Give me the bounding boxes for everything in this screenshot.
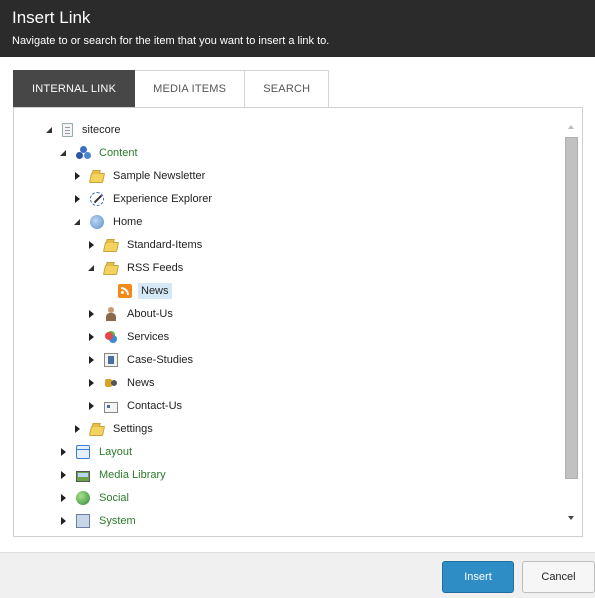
contact-icon xyxy=(104,401,118,413)
folder-icon xyxy=(102,241,120,252)
folder-icon xyxy=(88,172,106,183)
tree-node-label[interactable]: Settings xyxy=(110,421,156,437)
dialog-header: Insert Link Navigate to or search for th… xyxy=(0,0,595,57)
scroll-down-arrow-icon[interactable] xyxy=(565,512,578,524)
tree-node-home: Home xyxy=(73,212,145,232)
tree-node-label[interactable]: Sample Newsletter xyxy=(110,168,208,184)
tree-scrollbar[interactable] xyxy=(565,122,578,524)
system-icon xyxy=(76,514,90,528)
tree-node-sitecore: sitecore xyxy=(45,120,124,140)
tree-node-services: Services xyxy=(87,327,172,347)
tree-expand-toggle[interactable] xyxy=(87,355,97,365)
news-icon xyxy=(104,376,118,390)
tree-node-contact-us: Contact-Us xyxy=(87,396,185,416)
content-tree-panel: sitecore Content Sample Newsletter Exper… xyxy=(13,107,583,537)
tree-node-label[interactable]: Services xyxy=(124,329,172,345)
tree-collapse-toggle[interactable] xyxy=(87,263,97,273)
tree-node-system: System xyxy=(59,511,139,531)
tree-node-about-us: About-Us xyxy=(87,304,176,324)
tree-node-case-studies: Case-Studies xyxy=(87,350,196,370)
case-studies-icon xyxy=(104,353,118,367)
scrollbar-thumb[interactable] xyxy=(565,137,578,479)
tree-expand-toggle[interactable] xyxy=(87,240,97,250)
tree-node-label[interactable]: Standard-Items xyxy=(124,237,205,253)
insert-button[interactable]: Insert xyxy=(442,561,514,593)
tree-node-label[interactable]: About-Us xyxy=(124,306,176,322)
tree-expand-toggle[interactable] xyxy=(59,470,69,480)
dialog-subtitle: Navigate to or search for the item that … xyxy=(12,35,330,47)
tree-node-label[interactable]: RSS Feeds xyxy=(124,260,186,276)
tab-internal-link[interactable]: INTERNAL LINK xyxy=(13,70,136,108)
tree-node-label[interactable]: Media Library xyxy=(96,467,169,483)
tree-node-layout: Layout xyxy=(59,442,135,462)
tree-node-label[interactable]: Experience Explorer xyxy=(110,191,215,207)
insert-link-dialog: Insert Link Navigate to or search for th… xyxy=(0,0,595,598)
tree-collapse-toggle[interactable] xyxy=(59,148,69,158)
tree-node-label[interactable]: News xyxy=(124,375,158,391)
person-icon xyxy=(104,307,118,321)
scroll-up-arrow-icon[interactable] xyxy=(565,122,578,134)
tree-expand-toggle[interactable] xyxy=(87,378,97,388)
tree-node-label[interactable]: Social xyxy=(96,490,132,506)
tree-node-content: Content xyxy=(59,143,141,163)
tree-expand-toggle[interactable] xyxy=(87,401,97,411)
page-icon xyxy=(62,123,73,137)
tree-expand-toggle[interactable] xyxy=(73,424,83,434)
tree-expand-toggle[interactable] xyxy=(73,171,83,181)
tree-collapse-toggle[interactable] xyxy=(45,125,55,135)
tree-node-settings: Settings xyxy=(73,419,156,439)
tree-collapse-toggle[interactable] xyxy=(73,217,83,227)
tree-node-label[interactable]: Layout xyxy=(96,444,135,460)
media-library-icon xyxy=(76,470,90,482)
tree-node-rss-feeds: RSS Feeds xyxy=(87,258,186,278)
tree-node-label[interactable]: sitecore xyxy=(79,122,124,138)
tree-node-experience-explorer: Experience Explorer xyxy=(73,189,215,209)
services-icon xyxy=(104,330,118,344)
tree-expand-toggle[interactable] xyxy=(87,309,97,319)
tree-expand-toggle[interactable] xyxy=(59,516,69,526)
cancel-button[interactable]: Cancel xyxy=(522,561,595,593)
folder-icon xyxy=(102,264,120,275)
tab-media-items[interactable]: MEDIA ITEMS xyxy=(135,70,246,108)
content-icon xyxy=(76,146,90,160)
tab-search[interactable]: SEARCH xyxy=(245,70,330,108)
tree-expand-toggle[interactable] xyxy=(59,493,69,503)
social-icon xyxy=(76,491,90,505)
tree-node-label[interactable]: Contact-Us xyxy=(124,398,185,414)
dialog-footer: Insert Cancel xyxy=(0,552,595,598)
tree-node-media-library: Media Library xyxy=(59,465,169,485)
tree-node-news: News xyxy=(87,373,158,393)
tree-expand-toggle[interactable] xyxy=(87,332,97,342)
dialog-title: Insert Link xyxy=(12,8,91,27)
tree-node-rss-news: News xyxy=(101,281,172,301)
home-icon xyxy=(90,215,104,229)
tree-node-label-selected[interactable]: News xyxy=(138,283,172,299)
tree-expand-toggle[interactable] xyxy=(59,447,69,457)
tree-node-standard-items: Standard-Items xyxy=(87,235,205,255)
explorer-icon xyxy=(90,192,104,206)
rss-icon xyxy=(118,284,132,298)
tree-node-social: Social xyxy=(59,488,132,508)
tab-bar: INTERNAL LINK MEDIA ITEMS SEARCH xyxy=(13,70,330,108)
tree-node-label[interactable]: Case-Studies xyxy=(124,352,196,368)
tree-node-label[interactable]: Home xyxy=(110,214,145,230)
layout-icon xyxy=(76,445,90,459)
tree-node-sample-newsletter: Sample Newsletter xyxy=(73,166,208,186)
tree-node-label[interactable]: Content xyxy=(96,145,141,161)
folder-icon xyxy=(88,425,106,436)
tree-node-label[interactable]: System xyxy=(96,513,139,529)
tree-expand-toggle[interactable] xyxy=(73,194,83,204)
